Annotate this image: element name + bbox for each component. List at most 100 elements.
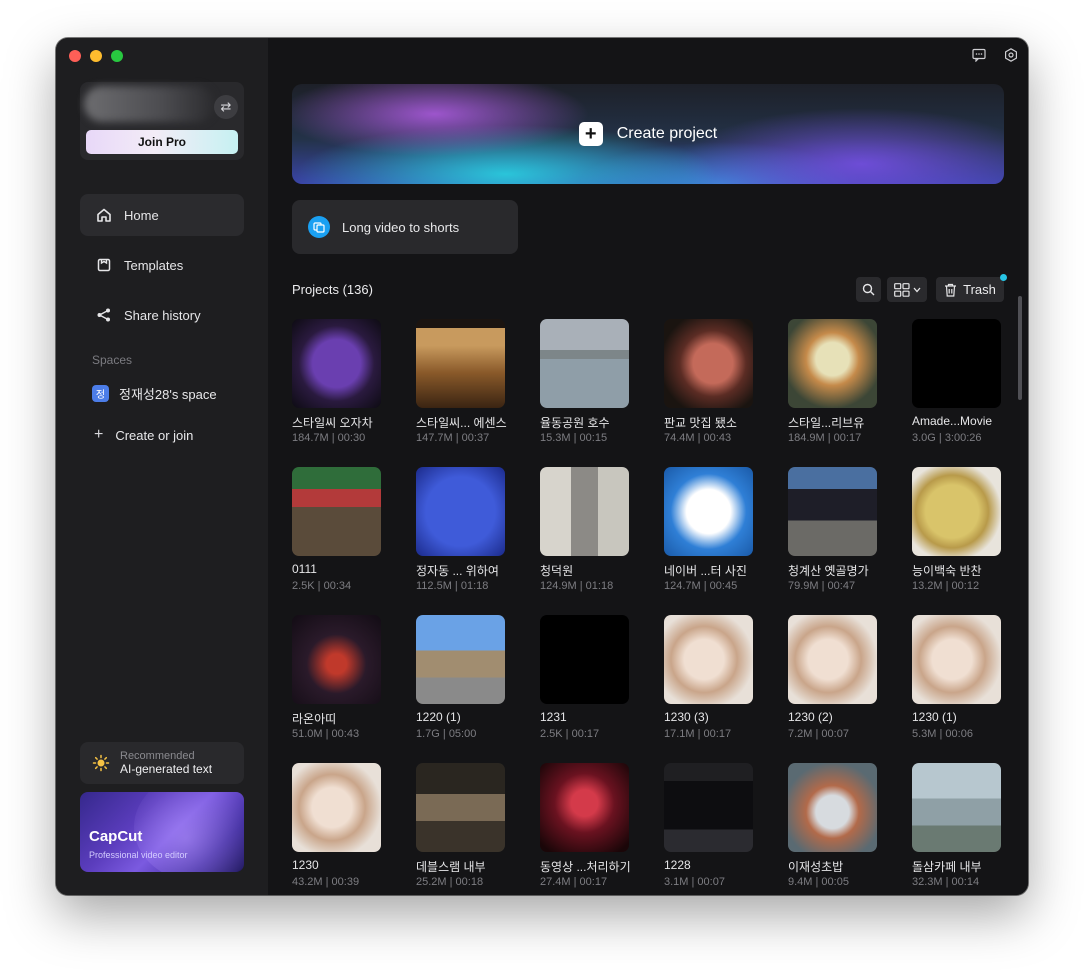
project-thumbnail[interactable] bbox=[540, 467, 629, 556]
project-card[interactable]: 정자동 ... 위하여 112.5M | 01:18 bbox=[416, 467, 528, 597]
project-thumbnail[interactable] bbox=[292, 467, 381, 556]
switch-account-icon[interactable]: ⇄ bbox=[214, 95, 238, 119]
project-thumbnail[interactable] bbox=[416, 615, 505, 704]
recommended-card[interactable]: Recommended AI-generated text bbox=[80, 742, 244, 784]
project-thumbnail[interactable] bbox=[788, 615, 877, 704]
blurred-account-name[interactable] bbox=[84, 86, 214, 122]
capcut-promo-card[interactable]: CapCut Professional video editor bbox=[80, 792, 244, 872]
project-name: 스타일씨... 에센스 bbox=[416, 416, 507, 430]
project-meta: 9.4M | 00:05 bbox=[788, 876, 849, 888]
project-name: 스타일씨 오자차 bbox=[292, 416, 373, 430]
project-thumbnail[interactable] bbox=[292, 319, 381, 408]
projects-label: Projects bbox=[292, 282, 339, 297]
project-name: 능이백숙 반찬 bbox=[912, 564, 982, 578]
project-card[interactable]: 데블스램 내부 25.2M | 00:18 bbox=[416, 763, 528, 893]
long-video-to-shorts-button[interactable]: Long video to shorts bbox=[292, 200, 518, 254]
project-card[interactable]: 돌삼카페 내부 32.3M | 00:14 bbox=[912, 763, 1024, 893]
project-card[interactable]: 라온아띠 51.0M | 00:43 bbox=[292, 615, 404, 745]
project-card[interactable]: 1230 (3) 17.1M | 00:17 bbox=[664, 615, 776, 745]
project-thumbnail[interactable] bbox=[540, 319, 629, 408]
create-or-join-label: Create or join bbox=[115, 427, 194, 443]
project-meta: 147.7M | 00:37 bbox=[416, 432, 490, 444]
project-thumbnail[interactable] bbox=[416, 467, 505, 556]
project-card[interactable]: 1230 (1) 5.3M | 00:06 bbox=[912, 615, 1024, 745]
window-controls bbox=[69, 50, 123, 62]
project-card[interactable]: 율동공원 호수 15.3M | 00:15 bbox=[540, 319, 652, 449]
project-card[interactable]: 스타일씨 오자차 184.7M | 00:30 bbox=[292, 319, 404, 449]
join-pro-button[interactable]: Join Pro bbox=[86, 130, 238, 154]
project-card[interactable]: 스타일씨... 에센스 147.7M | 00:37 bbox=[416, 319, 528, 449]
project-card[interactable]: Amade...Movie 3.0G | 3:00:26 bbox=[912, 319, 1024, 449]
space-item[interactable]: 정 정재성28's space bbox=[92, 384, 217, 403]
project-card[interactable]: 이재성초밥 9.4M | 00:05 bbox=[788, 763, 900, 893]
close-window-button[interactable] bbox=[69, 50, 81, 62]
sidebar-item-templates[interactable]: Templates bbox=[80, 244, 244, 286]
project-thumbnail[interactable] bbox=[788, 763, 877, 852]
trash-icon bbox=[945, 283, 957, 297]
project-card[interactable]: 1231 2.5K | 00:17 bbox=[540, 615, 652, 745]
view-mode-dropdown[interactable] bbox=[887, 277, 927, 302]
project-thumbnail[interactable] bbox=[912, 615, 1001, 704]
maximize-window-button[interactable] bbox=[111, 50, 123, 62]
project-name: 판교 맛집 됐소 bbox=[664, 416, 737, 430]
project-thumbnail[interactable] bbox=[912, 319, 1001, 408]
project-card[interactable]: 판교 맛집 됐소 74.4M | 00:43 bbox=[664, 319, 776, 449]
project-name: 1228 bbox=[664, 858, 691, 872]
sidebar-item-home[interactable]: Home bbox=[80, 194, 244, 236]
project-thumbnail[interactable] bbox=[292, 763, 381, 852]
top-toolbar bbox=[972, 48, 1018, 62]
plus-icon: + bbox=[94, 426, 104, 443]
project-thumbnail[interactable] bbox=[540, 763, 629, 852]
sidebar-item-label: Home bbox=[124, 207, 159, 223]
project-thumbnail[interactable] bbox=[788, 467, 877, 556]
project-card[interactable]: 청덕원 124.9M | 01:18 bbox=[540, 467, 652, 597]
project-meta: 79.9M | 00:47 bbox=[788, 580, 856, 592]
project-card[interactable]: 스타일...리브유 184.9M | 00:17 bbox=[788, 319, 900, 449]
sidebar-item-share-history[interactable]: Share history bbox=[80, 294, 244, 336]
project-name: 1220 (1) bbox=[416, 710, 461, 724]
project-name: 동영상 ...처리하기 bbox=[540, 860, 631, 874]
project-thumbnail[interactable] bbox=[292, 615, 381, 704]
project-thumbnail[interactable] bbox=[416, 763, 505, 852]
project-thumbnail[interactable] bbox=[664, 763, 753, 852]
project-card[interactable]: 1228 3.1M | 00:07 bbox=[664, 763, 776, 893]
grid-view-icon bbox=[893, 282, 910, 297]
minimize-window-button[interactable] bbox=[90, 50, 102, 62]
project-thumbnail[interactable] bbox=[664, 615, 753, 704]
project-card[interactable]: 0111 2.5K | 00:34 bbox=[292, 467, 404, 597]
project-name: 네이버 ...터 사진 bbox=[664, 564, 747, 578]
project-card[interactable]: 청계산 옛골명가 79.9M | 00:47 bbox=[788, 467, 900, 597]
project-meta: 43.2M | 00:39 bbox=[292, 876, 360, 888]
project-thumbnail[interactable] bbox=[540, 615, 629, 704]
project-card[interactable]: 1230 43.2M | 00:39 bbox=[292, 763, 404, 893]
feedback-icon[interactable] bbox=[972, 48, 986, 62]
project-meta: 7.2M | 00:07 bbox=[788, 728, 849, 740]
trash-button[interactable]: Trash bbox=[936, 277, 1004, 302]
create-project-button[interactable]: + Create project bbox=[292, 84, 1004, 184]
project-card[interactable]: 능이백숙 반찬 13.2M | 00:12 bbox=[912, 467, 1024, 597]
project-card[interactable]: 네이버 ...터 사진 124.7M | 00:45 bbox=[664, 467, 776, 597]
project-meta: 184.7M | 00:30 bbox=[292, 432, 366, 444]
space-badge: 정 bbox=[92, 385, 109, 402]
project-thumbnail[interactable] bbox=[912, 467, 1001, 556]
project-thumbnail[interactable] bbox=[788, 319, 877, 408]
project-thumbnail[interactable] bbox=[664, 467, 753, 556]
settings-icon[interactable] bbox=[1004, 48, 1018, 62]
project-thumbnail[interactable] bbox=[664, 319, 753, 408]
project-name: 1230 bbox=[292, 858, 319, 872]
promo-subtitle: Professional video editor bbox=[89, 850, 188, 860]
project-meta: 51.0M | 00:43 bbox=[292, 728, 360, 740]
project-card[interactable]: 동영상 ...처리하기 27.4M | 00:17 bbox=[540, 763, 652, 893]
trash-label: Trash bbox=[963, 282, 996, 297]
chevron-down-icon bbox=[913, 287, 920, 292]
project-thumbnail[interactable] bbox=[912, 763, 1001, 852]
create-or-join-button[interactable]: + Create or join bbox=[94, 426, 193, 444]
home-icon bbox=[97, 208, 111, 222]
project-meta: 32.3M | 00:14 bbox=[912, 876, 980, 888]
search-button[interactable] bbox=[856, 277, 881, 302]
project-thumbnail[interactable] bbox=[416, 319, 505, 408]
project-card[interactable]: 1220 (1) 1.7G | 05:00 bbox=[416, 615, 528, 745]
long-video-label: Long video to shorts bbox=[342, 219, 460, 235]
profile-card: ⇄ Join Pro bbox=[80, 82, 244, 160]
project-card[interactable]: 1230 (2) 7.2M | 00:07 bbox=[788, 615, 900, 745]
